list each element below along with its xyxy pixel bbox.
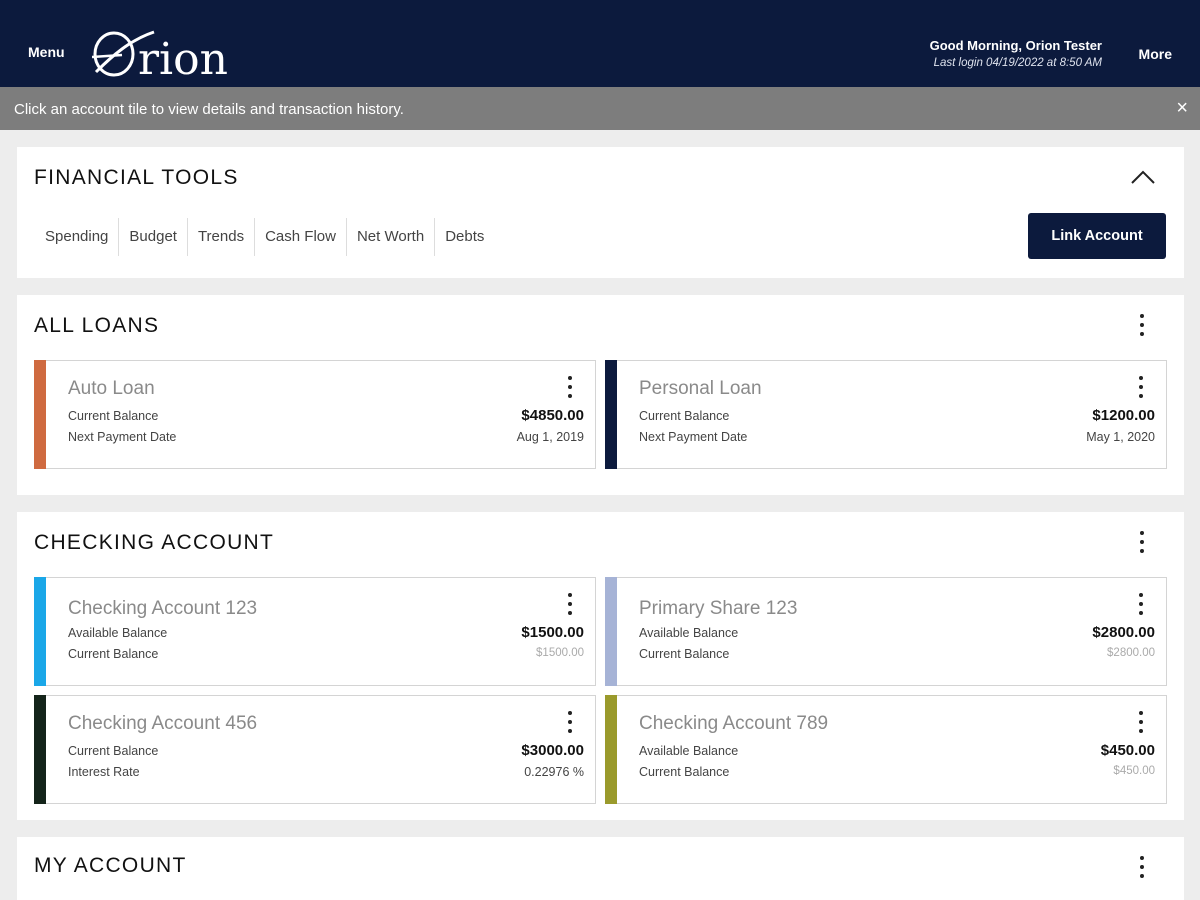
tile-accent-bar (34, 360, 46, 469)
financial-tools-title: FINANCIAL TOOLS (34, 166, 239, 189)
tab-debts[interactable]: Debts (435, 218, 494, 256)
tile-account-name: Checking Account 123 (68, 598, 258, 619)
more-button[interactable]: More (1139, 46, 1172, 62)
tile-secondary-value: $450.00 (1113, 765, 1155, 777)
last-login-text: Last login 04/19/2022 at 8:50 AM (933, 57, 1102, 69)
top-navigation-bar: Menu rion Good Morning, Orion Tester Las… (0, 0, 1200, 87)
my-account-title: MY ACCOUNT (34, 854, 187, 877)
tile-account-name: Checking Account 456 (68, 713, 258, 734)
tile-balance: $1500.00 (521, 624, 584, 641)
tile-balance: $2800.00 (1092, 624, 1155, 641)
my-account-more-icon[interactable] (1137, 854, 1147, 880)
account-tile-checking-789[interactable]: Checking Account 789 Available Balance C… (605, 695, 1167, 804)
close-icon[interactable]: × (1176, 97, 1188, 120)
tile-account-name: Primary Share 123 (639, 598, 798, 619)
tab-net-worth[interactable]: Net Worth (347, 218, 436, 256)
link-account-button[interactable]: Link Account (1028, 213, 1166, 259)
tile-balance: $4850.00 (521, 407, 584, 424)
my-account-card: MY ACCOUNT (17, 837, 1184, 900)
tile-accent-bar (605, 695, 617, 804)
tile-label: Available Balance (639, 744, 739, 758)
tile-accent-bar (34, 577, 46, 686)
tile-account-name: Personal Loan (639, 378, 762, 399)
all-loans-card: ALL LOANS Auto Loan Current Balance Next… (17, 295, 1184, 495)
tile-secondary-value: May 1, 2020 (1086, 430, 1155, 444)
tile-label: Current Balance (639, 765, 730, 779)
tile-balance: $3000.00 (521, 742, 584, 759)
user-greeting: Good Morning, Orion Tester Last login 04… (930, 38, 1102, 69)
account-tile-checking-456[interactable]: Checking Account 456 Current Balance Int… (34, 695, 596, 804)
financial-tools-tabs: Spending Budget Trends Cash Flow Net Wor… (35, 218, 494, 256)
tile-accent-bar (34, 695, 46, 804)
svg-text:rion: rion (138, 34, 228, 82)
menu-button[interactable]: Menu (28, 44, 65, 60)
chevron-up-icon[interactable] (1130, 169, 1156, 185)
tile-accent-bar (605, 577, 617, 686)
info-banner-text: Click an account tile to view details an… (14, 101, 404, 118)
tile-account-name: Checking Account 789 (639, 713, 829, 734)
checking-account-card: CHECKING ACCOUNT Checking Account 123 Av… (17, 512, 1184, 820)
greeting-text: Good Morning, Orion Tester (929, 38, 1102, 53)
all-loans-title: ALL LOANS (34, 314, 160, 337)
tab-trends[interactable]: Trends (188, 218, 256, 256)
tile-balance: $1200.00 (1092, 407, 1155, 424)
tile-more-icon[interactable] (1136, 374, 1146, 400)
tile-label: Current Balance (68, 647, 159, 661)
account-tile-primary-share-123[interactable]: Primary Share 123 Available Balance Curr… (605, 577, 1167, 686)
tile-secondary-value: $2800.00 (1107, 647, 1155, 659)
tile-label: Next Payment Date (68, 430, 177, 444)
tile-more-icon[interactable] (565, 374, 575, 400)
info-banner: Click an account tile to view details an… (0, 87, 1200, 130)
tile-label: Current Balance (68, 409, 159, 423)
tile-label: Interest Rate (68, 765, 140, 779)
checking-account-title: CHECKING ACCOUNT (34, 531, 275, 554)
financial-tools-card: FINANCIAL TOOLS Spending Budget Trends C… (17, 147, 1184, 278)
tile-secondary-value: Aug 1, 2019 (516, 430, 584, 444)
tile-balance: $450.00 (1100, 742, 1155, 759)
tab-cash-flow[interactable]: Cash Flow (255, 218, 347, 256)
tile-label: Current Balance (68, 744, 159, 758)
orion-logo-swoosh-icon: rion (92, 30, 228, 82)
tile-accent-bar (605, 360, 617, 469)
tile-label: Next Payment Date (639, 430, 748, 444)
tab-budget[interactable]: Budget (119, 218, 188, 256)
account-tile-personal-loan[interactable]: Personal Loan Current Balance Next Payme… (605, 360, 1167, 469)
tile-label: Current Balance (639, 409, 730, 423)
account-tile-checking-123[interactable]: Checking Account 123 Available Balance C… (34, 577, 596, 686)
tile-secondary-value: 0.22976 % (524, 765, 584, 779)
all-loans-more-icon[interactable] (1137, 312, 1147, 338)
tile-more-icon[interactable] (565, 709, 575, 735)
tab-spending[interactable]: Spending (35, 218, 120, 256)
tile-more-icon[interactable] (565, 591, 575, 617)
checking-more-icon[interactable] (1137, 529, 1147, 555)
tile-label: Current Balance (639, 647, 730, 661)
tile-more-icon[interactable] (1136, 709, 1146, 735)
tile-label: Available Balance (68, 626, 168, 640)
tile-more-icon[interactable] (1136, 591, 1146, 617)
orion-logo[interactable]: rion (92, 26, 242, 82)
tile-label: Available Balance (639, 626, 739, 640)
tile-secondary-value: $1500.00 (536, 647, 584, 659)
account-tile-auto-loan[interactable]: Auto Loan Current Balance Next Payment D… (34, 360, 596, 469)
tile-account-name: Auto Loan (68, 378, 155, 399)
